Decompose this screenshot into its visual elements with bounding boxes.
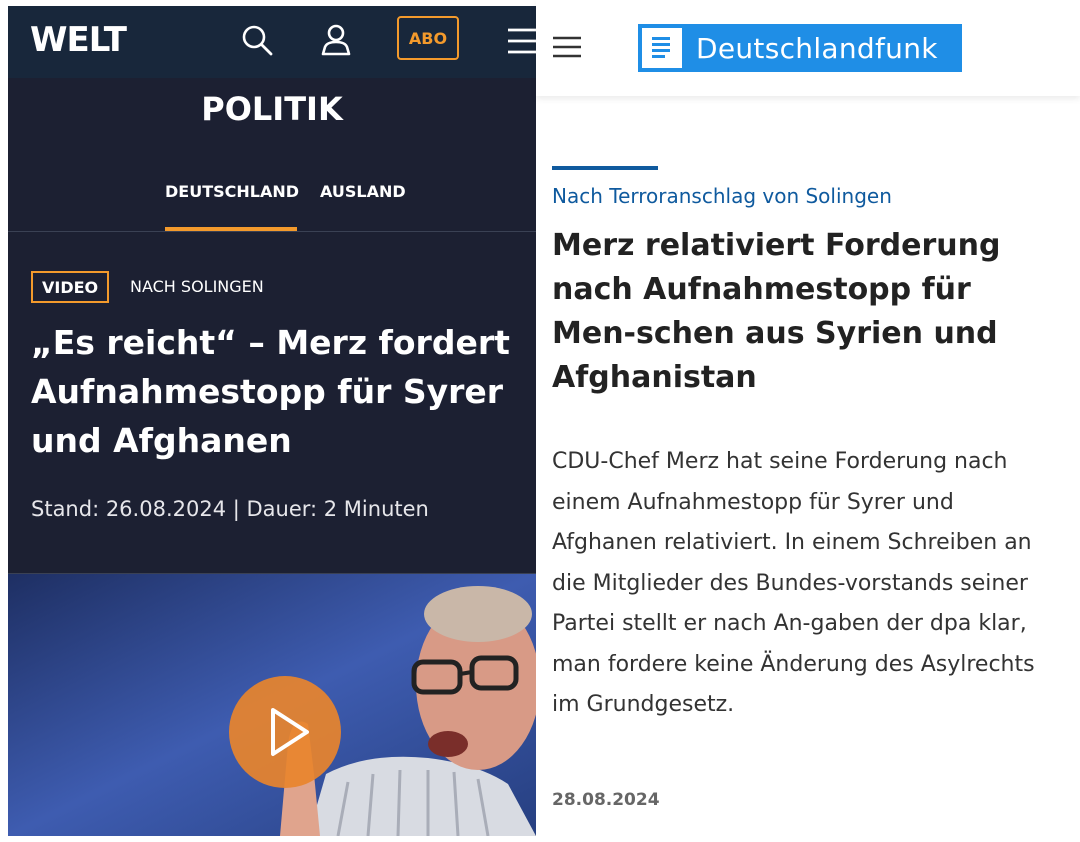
welt-header: WELT ABO xyxy=(8,6,536,78)
video-badge: VIDEO xyxy=(31,271,110,303)
article-kicker: Nach Terroranschlag von Solingen xyxy=(552,184,892,208)
dlf-header: Deutschlandfunk xyxy=(536,0,1080,96)
tabs-divider xyxy=(8,231,536,232)
dlf-logo[interactable]: Deutschlandfunk xyxy=(638,24,962,72)
menu-icon[interactable] xyxy=(552,36,582,58)
play-button[interactable] xyxy=(229,676,341,788)
article-headline[interactable]: Merz relativiert Forderung nach Aufnahme… xyxy=(552,224,1062,400)
article-teaser: CDU-Chef Merz hat seine Forderung nach e… xyxy=(552,449,1035,717)
dlf-panel: Deutschlandfunk Nach Terroranschlag von … xyxy=(536,0,1080,842)
kicker-rule xyxy=(552,166,658,170)
article-meta: Stand: 26.08.2024 | Dauer: 2 Minuten xyxy=(31,497,429,521)
play-icon xyxy=(271,708,309,756)
section-title: POLITIK xyxy=(201,90,343,128)
article-date: 28.08.2024 xyxy=(552,790,660,810)
user-icon[interactable] xyxy=(318,22,354,58)
video-thumbnail[interactable] xyxy=(8,574,536,836)
menu-icon[interactable] xyxy=(506,24,536,60)
welt-logo[interactable]: WELT xyxy=(30,20,127,60)
tab-ausland[interactable]: AUSLAND xyxy=(320,182,406,201)
article-kicker: NACH SOLINGEN xyxy=(130,277,264,296)
article-headline[interactable]: „Es reicht“ – Merz fordert Aufnahmestopp… xyxy=(31,318,521,465)
welt-panel: WELT ABO POLITIK DEUTSCHLAND AUSLAND VID… xyxy=(8,6,536,836)
dlf-logo-text: Deutschlandfunk xyxy=(696,31,938,65)
search-icon[interactable] xyxy=(239,22,275,58)
tab-deutschland[interactable]: DEUTSCHLAND xyxy=(165,182,299,201)
document-logo-icon xyxy=(642,28,682,68)
subscribe-button[interactable]: ABO xyxy=(397,16,459,60)
